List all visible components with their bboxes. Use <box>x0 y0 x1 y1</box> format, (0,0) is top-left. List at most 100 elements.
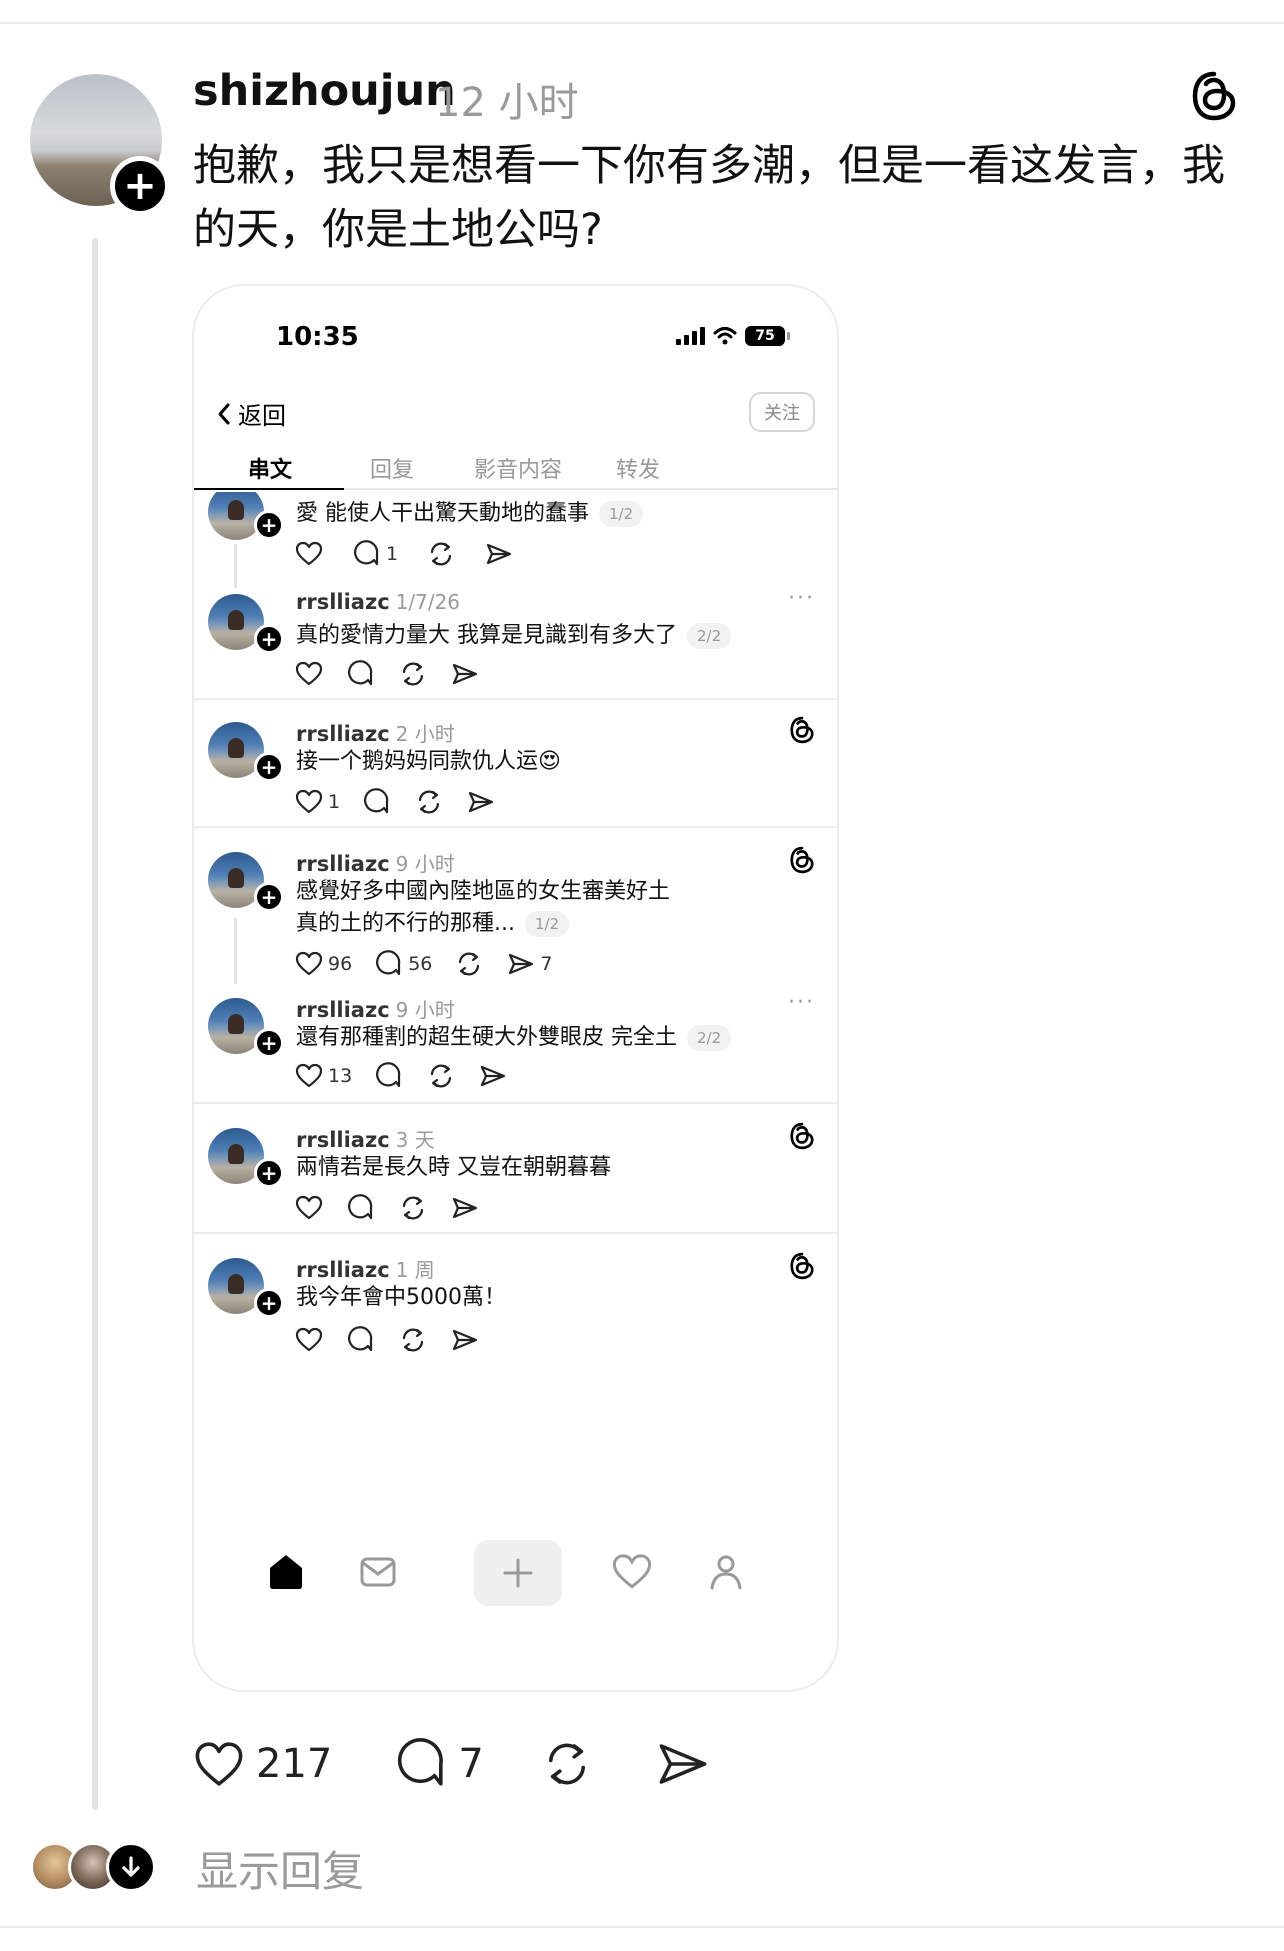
share-button[interactable] <box>656 1737 710 1791</box>
post-actions: 1 <box>294 786 496 818</box>
repost-icon <box>431 1064 452 1088</box>
share-icon <box>659 1744 707 1784</box>
repost-icon <box>548 1743 585 1785</box>
threads-logo-icon[interactable] <box>789 716 815 744</box>
thread-line <box>92 238 98 1810</box>
repost-button[interactable] <box>398 659 428 689</box>
follow-plus-icon[interactable]: + <box>254 1158 284 1188</box>
comment-icon <box>376 1062 401 1088</box>
tab-media[interactable]: 影音内容 <box>474 452 562 484</box>
wifi-icon <box>713 327 737 345</box>
like-button[interactable]: 217 <box>192 1737 332 1791</box>
reply-button[interactable] <box>374 1061 404 1091</box>
new-post-button[interactable] <box>474 1540 562 1606</box>
show-replies-link[interactable]: 显示回复 <box>196 1838 364 1899</box>
reply-avatars[interactable] <box>30 1842 156 1892</box>
follow-plus-icon[interactable]: + <box>254 752 284 782</box>
post-actions <box>294 658 480 690</box>
share-button[interactable] <box>450 659 480 689</box>
signal-icon <box>676 327 705 345</box>
comment-button[interactable]: 7 <box>394 1737 484 1791</box>
post-timestamp: 12 小时 <box>435 80 579 126</box>
heart-icon <box>295 951 323 976</box>
repost-button[interactable] <box>426 539 456 569</box>
share-icon <box>468 791 494 813</box>
repost-button[interactable] <box>540 1737 594 1791</box>
status-time: 10:35 <box>276 322 359 352</box>
follow-plus-icon[interactable]: + <box>110 156 170 216</box>
share-icon <box>452 663 478 685</box>
like-button[interactable] <box>294 1325 324 1355</box>
share-button[interactable]: 7 <box>506 949 552 979</box>
thread-count-badge: 1/2 <box>524 911 570 937</box>
plus-icon <box>503 1558 533 1588</box>
follow-plus-icon[interactable]: + <box>254 624 284 654</box>
reply-button[interactable]: 1 <box>352 539 398 569</box>
post-divider <box>194 1102 837 1104</box>
chevron-left-icon <box>218 403 230 424</box>
heart-icon <box>295 789 323 814</box>
follow-plus-icon[interactable]: + <box>254 510 284 540</box>
share-icon <box>452 1329 478 1351</box>
reply-button[interactable] <box>346 1325 376 1355</box>
follow-plus-icon[interactable]: + <box>254 1288 284 1318</box>
more-icon[interactable]: ··· <box>788 990 815 1015</box>
heart-icon <box>295 541 323 566</box>
share-icon <box>509 953 534 975</box>
arrow-down-icon <box>106 1842 156 1892</box>
reply-button[interactable]: 56 <box>374 949 432 979</box>
tab-reposts[interactable]: 转发 <box>616 452 660 484</box>
threads-logo-icon[interactable] <box>789 846 815 874</box>
post-text: 真的愛情力量大 我算是見識到有多大了 2/2 <box>296 616 732 656</box>
repost-button[interactable] <box>426 1061 456 1091</box>
repost-button[interactable] <box>454 949 484 979</box>
post-text: 我今年會中5000萬！ <box>296 1285 506 1310</box>
back-button[interactable]: 返回 <box>216 396 286 431</box>
repost-button[interactable] <box>398 1193 428 1223</box>
threads-logo-icon[interactable] <box>789 1122 815 1150</box>
share-button[interactable] <box>484 539 514 569</box>
like-button[interactable]: 96 <box>294 949 352 979</box>
repost-button[interactable] <box>398 1325 428 1355</box>
like-button[interactable]: 1 <box>294 787 340 817</box>
post-text: 還有那種割的超生硬大外雙眼皮 完全土 2/2 <box>296 1018 732 1058</box>
share-button[interactable] <box>478 1061 508 1091</box>
share-button[interactable] <box>450 1193 480 1223</box>
follow-plus-icon[interactable]: + <box>254 1028 284 1058</box>
like-button[interactable]: 13 <box>294 1061 352 1091</box>
like-button[interactable] <box>294 539 324 569</box>
reply-button[interactable] <box>362 787 392 817</box>
more-icon[interactable]: ··· <box>788 586 815 611</box>
repost-icon <box>430 542 452 566</box>
person-icon[interactable] <box>704 1550 748 1594</box>
author-username[interactable]: shizhoujun <box>193 66 456 116</box>
status-icons: 75 <box>676 326 790 346</box>
like-button[interactable] <box>294 659 324 689</box>
post-text: 愛 能使人干出驚天動地的蠢事 1/2 <box>296 494 644 534</box>
repost-button[interactable] <box>414 787 444 817</box>
post-actions: 96 56 7 <box>294 948 552 980</box>
inbox-icon[interactable] <box>356 1550 400 1594</box>
post-divider <box>194 698 837 700</box>
threads-logo-icon[interactable] <box>1190 70 1238 122</box>
comment-icon <box>398 1738 444 1786</box>
like-button[interactable] <box>294 1193 324 1223</box>
tab-replies[interactable]: 回复 <box>370 452 414 484</box>
comment-icon <box>348 1194 373 1220</box>
tab-posts[interactable]: 串文 <box>248 452 292 484</box>
share-button[interactable] <box>450 1325 480 1355</box>
follow-plus-icon[interactable]: + <box>254 882 284 912</box>
thread-count-badge: 1/2 <box>599 501 644 527</box>
share-button[interactable] <box>466 787 496 817</box>
heart-icon[interactable] <box>610 1550 654 1594</box>
comment-icon <box>364 788 389 814</box>
post-text: 抱歉，我只是想看一下你有多潮，但是一看这发言，我的天，你是土地公吗? <box>193 141 1225 255</box>
home-icon[interactable] <box>264 1550 308 1594</box>
post-text-line2: 真的土的不行的那種... 1/2 <box>296 904 570 944</box>
thread-count-badge: 2/2 <box>687 1025 732 1051</box>
reply-button[interactable] <box>346 659 376 689</box>
follow-button[interactable]: 关注 <box>749 392 815 432</box>
top-divider <box>0 22 1284 24</box>
reply-button[interactable] <box>346 1193 376 1223</box>
threads-logo-icon[interactable] <box>789 1252 815 1280</box>
